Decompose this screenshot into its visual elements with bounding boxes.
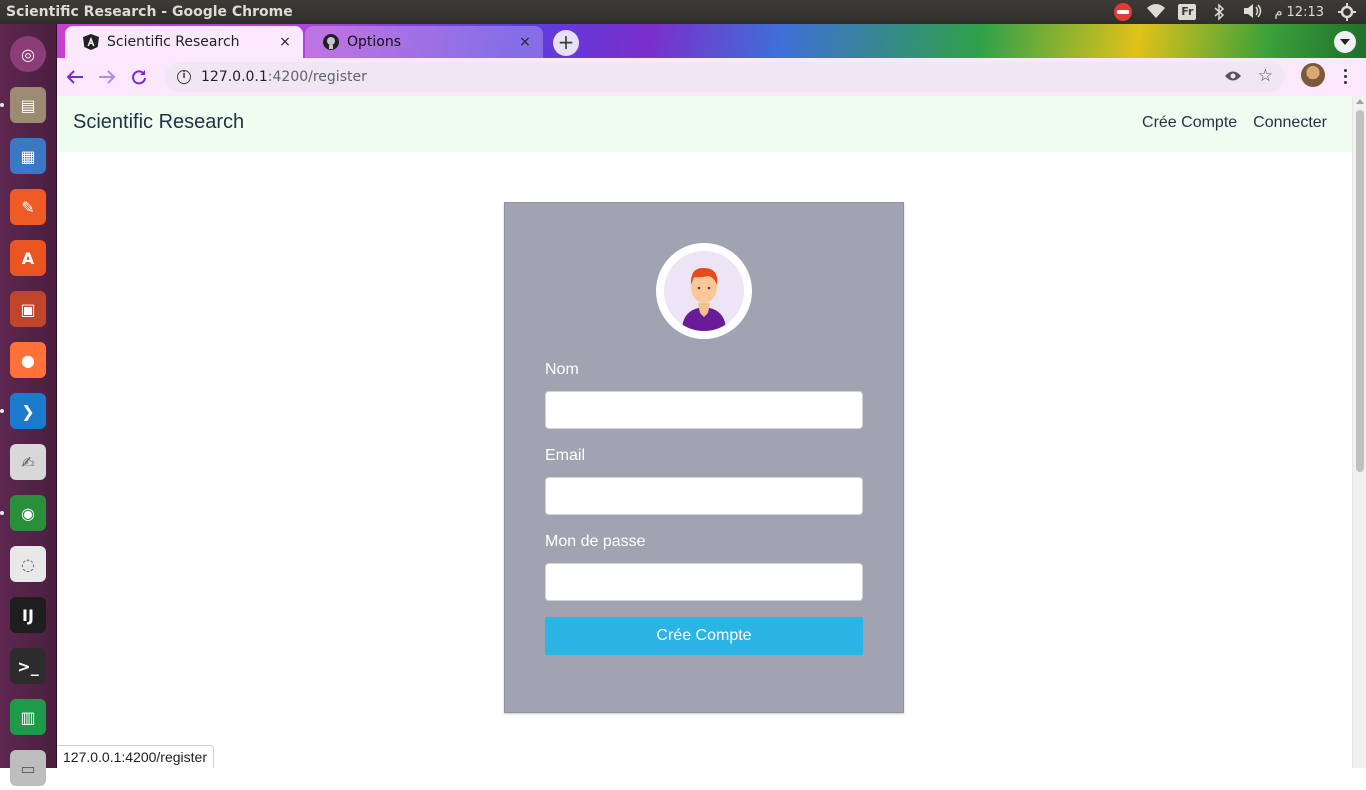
password-input[interactable] <box>545 563 863 601</box>
close-tab-icon[interactable]: × <box>277 34 293 50</box>
profile-avatar[interactable] <box>1301 63 1325 87</box>
firefox-glyph: ● <box>10 342 46 378</box>
files-glyph: ▤ <box>10 87 46 123</box>
scrollbar-thumb[interactable] <box>1356 110 1364 472</box>
tab-search-icon[interactable] <box>1334 31 1356 53</box>
password-label: Mon de passe <box>545 533 646 550</box>
forward-arrow-icon[interactable] <box>93 63 121 91</box>
terminal-glyph: >_ <box>10 648 46 684</box>
launcher-libreoffice-calc-icon[interactable]: ▥ <box>6 695 50 739</box>
volume-icon[interactable] <box>1242 3 1262 21</box>
launcher-ubuntu-software-icon[interactable]: A <box>6 236 50 280</box>
text-editor-glyph: ✍ <box>10 444 46 480</box>
bluetooth-icon[interactable] <box>1210 3 1228 21</box>
ubuntu-launcher: ◎ ▤ ▦ ✎ A ▣ ● ❯ ✍ ◉ ◌ IJ >_ ▥ ▭ <box>0 24 57 786</box>
address-bar[interactable]: i 127.0.0.1:4200/register ☆ <box>165 62 1285 92</box>
user-avatar-icon <box>664 251 744 331</box>
evince-glyph: ◌ <box>10 546 46 582</box>
libreoffice-impress-doc-glyph: ▦ <box>10 138 46 174</box>
github-logo-icon <box>323 34 339 50</box>
os-top-panel: Scientific Research - Google Chrome Fr م… <box>0 0 1366 24</box>
vscode-glyph: ❯ <box>10 393 46 429</box>
system-tray: Fr م 12:13 <box>1114 3 1366 21</box>
running-indicator <box>0 103 4 107</box>
launcher-files-icon[interactable]: ▤ <box>6 83 50 127</box>
url-host: 127.0.0.1 <box>201 69 268 85</box>
postman-glyph: ✎ <box>10 189 46 225</box>
tab-scientific-research[interactable]: Scientific Research × <box>65 26 303 58</box>
app-navbar: Scientific Research Crée Compte Connecte… <box>57 96 1352 152</box>
clock-ampm: م <box>1274 4 1283 20</box>
printer-glyph: ▭ <box>10 750 46 786</box>
launcher-text-editor-icon[interactable]: ✍ <box>6 440 50 484</box>
settings-gear-icon[interactable] <box>1338 3 1356 21</box>
back-arrow-icon[interactable] <box>61 63 89 91</box>
brand-link[interactable]: Scientific Research <box>73 111 244 134</box>
browser-frame: Scientific Research × Options × + i 127.… <box>57 24 1366 96</box>
email-label: Email <box>545 447 586 464</box>
tab-options[interactable]: Options × <box>305 26 543 58</box>
launcher-ubuntu-dash-icon[interactable]: ◎ <box>6 32 50 76</box>
tab-strip: Scientific Research × Options × + <box>57 24 1366 58</box>
launcher-postman-icon[interactable]: ✎ <box>6 185 50 229</box>
launcher-chrome-icon[interactable]: ◉ <box>6 491 50 535</box>
close-tab-icon[interactable]: × <box>517 34 533 50</box>
email-input[interactable] <box>545 477 863 515</box>
new-tab-button[interactable]: + <box>553 30 579 56</box>
user-avatar <box>656 243 752 339</box>
chrome-menu-icon[interactable] <box>1337 63 1353 89</box>
tab-title: Scientific Research <box>107 34 240 50</box>
scroll-up-arrow-icon[interactable] <box>1356 99 1364 104</box>
launcher-intellij-icon[interactable]: IJ <box>6 593 50 637</box>
tab-title: Options <box>347 34 402 50</box>
window-title: Scientific Research - Google Chrome <box>6 4 293 20</box>
launcher-terminal-icon[interactable]: >_ <box>6 644 50 688</box>
page-viewport: Scientific Research Crée Compte Connecte… <box>57 96 1352 768</box>
keyboard-layout-indicator[interactable]: Fr <box>1178 4 1197 20</box>
launcher-firefox-icon[interactable]: ● <box>6 338 50 382</box>
wifi-icon[interactable] <box>1146 3 1166 21</box>
site-info-icon[interactable]: i <box>177 70 191 84</box>
running-indicator <box>0 409 4 413</box>
running-indicator <box>0 511 4 515</box>
eye-icon[interactable] <box>1224 67 1242 86</box>
create-account-button[interactable]: Crée Compte <box>545 617 863 655</box>
angular-logo-icon <box>83 34 99 50</box>
nav-login-link[interactable]: Connecter <box>1253 114 1327 132</box>
ubuntu-software-glyph: A <box>10 240 46 276</box>
bookmark-star-icon[interactable]: ☆ <box>1258 66 1273 86</box>
page-scrollbar[interactable] <box>1352 96 1366 768</box>
name-label: Nom <box>545 361 579 378</box>
nav-register-link[interactable]: Crée Compte <box>1142 114 1237 132</box>
intellij-glyph: IJ <box>10 597 46 633</box>
reload-icon[interactable] <box>125 63 153 91</box>
navbar-links: Crée Compte Connecter <box>1142 114 1327 132</box>
libreoffice-calc-glyph: ▥ <box>10 699 46 735</box>
ubuntu-dash-glyph: ◎ <box>10 36 46 72</box>
link-status-bubble: 127.0.0.1:4200/register <box>57 745 214 768</box>
launcher-libreoffice-impress-doc-icon[interactable]: ▦ <box>6 134 50 178</box>
libreoffice-impress-glyph: ▣ <box>10 291 46 327</box>
no-entry-icon[interactable] <box>1114 3 1133 21</box>
launcher-evince-icon[interactable]: ◌ <box>6 542 50 586</box>
launcher-printer-icon[interactable]: ▭ <box>6 746 50 790</box>
name-input[interactable] <box>545 391 863 429</box>
url-path: :4200/register <box>267 69 367 85</box>
clock-time[interactable]: 12:13 <box>1287 5 1324 20</box>
browser-toolbar: i 127.0.0.1:4200/register ☆ <box>57 58 1366 96</box>
launcher-libreoffice-impress-icon[interactable]: ▣ <box>6 287 50 331</box>
launcher-vscode-icon[interactable]: ❯ <box>6 389 50 433</box>
chrome-glyph: ◉ <box>10 495 46 531</box>
register-card: Nom Email Mon de passe Crée Compte <box>504 202 904 713</box>
